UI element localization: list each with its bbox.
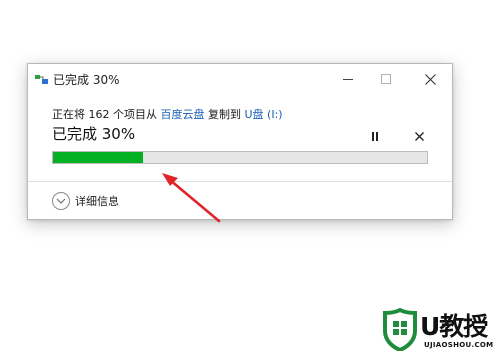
- site-watermark: U教授 UJIAOSHOU.COM: [382, 305, 500, 359]
- close-icon: [424, 73, 436, 85]
- copy-progress-bar: [52, 151, 428, 164]
- maximize-icon: [381, 74, 391, 84]
- watermark-domain: UJIAOSHOU.COM: [424, 341, 494, 349]
- more-details-label: 详细信息: [75, 195, 119, 208]
- source-location-link[interactable]: 百度云盘: [161, 108, 205, 121]
- copy-description: 正在将 162 个项目从 百度云盘 复制到 U盘 (I:): [52, 106, 283, 122]
- progress-bar-fill: [53, 152, 143, 163]
- close-button[interactable]: [410, 64, 450, 94]
- cancel-copy-button[interactable]: [408, 126, 430, 146]
- pause-button[interactable]: [364, 126, 386, 146]
- title-bar[interactable]: 已完成 30%: [28, 64, 452, 94]
- more-details-toggle[interactable]: 详细信息: [52, 190, 119, 212]
- minimize-button[interactable]: [328, 64, 368, 94]
- divider: [28, 181, 452, 182]
- copy-transfer-icon: [35, 75, 48, 84]
- minimize-icon: [343, 79, 353, 80]
- destination-location-link[interactable]: U盘 (I:): [245, 108, 283, 121]
- copy-middle-text: 复制到: [204, 108, 245, 121]
- copy-prefix-text: 正在将 162 个项目从: [52, 108, 161, 121]
- maximize-button[interactable]: [366, 64, 406, 94]
- watermark-brand: U教授: [420, 312, 488, 341]
- shield-logo-icon: [383, 307, 417, 351]
- pause-icon: [372, 131, 378, 141]
- copy-progress-dialog: 已完成 30% 正在将 162 个项目从 百度云盘 复制到 U盘 (I:) 已完…: [27, 63, 453, 220]
- percent-complete-heading: 已完成 30%: [52, 125, 136, 143]
- window-title: 已完成 30%: [53, 73, 120, 87]
- cancel-icon: [414, 131, 424, 141]
- chevron-down-circle-icon: [52, 192, 70, 210]
